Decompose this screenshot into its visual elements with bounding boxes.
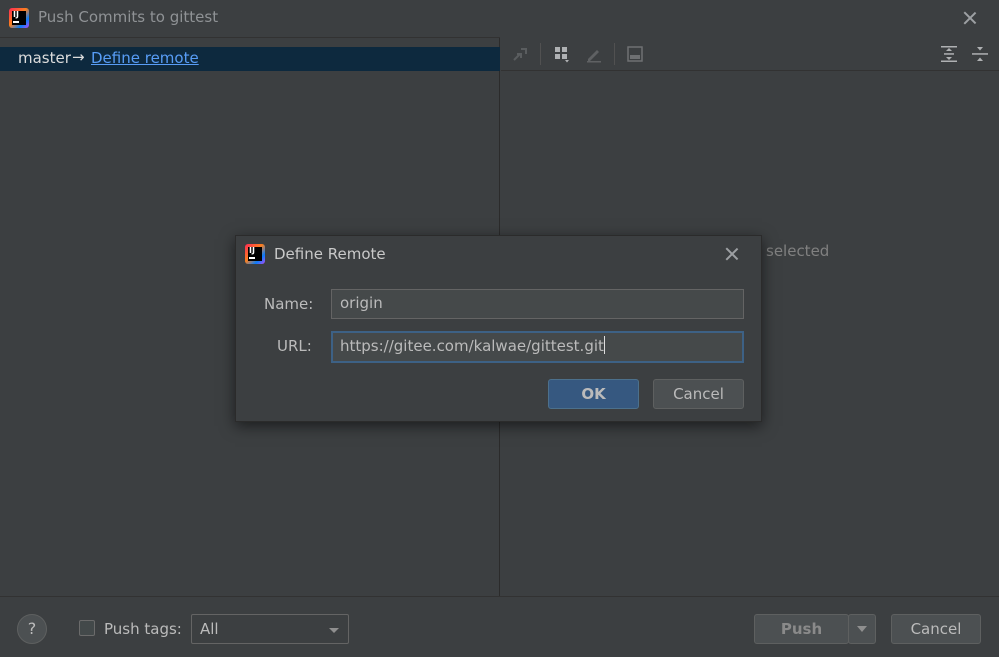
- git-push-icon[interactable]: [511, 45, 529, 63]
- url-input[interactable]: https://gitee.com/kalwae/gittest.git: [331, 331, 744, 363]
- name-label: Name:: [264, 295, 314, 313]
- tags-select-value: All: [200, 620, 219, 638]
- group-by-icon[interactable]: [553, 45, 571, 63]
- define-remote-dialog: IJ Define Remote Name: origin URL: https…: [235, 235, 762, 422]
- chevron-down-icon: [857, 626, 867, 632]
- name-value: origin: [340, 294, 383, 312]
- expand-all-icon[interactable]: [940, 45, 958, 63]
- push-options-dropdown[interactable]: [848, 614, 876, 644]
- name-input[interactable]: origin: [331, 289, 744, 319]
- title-bar: IJ Push Commits to gittest: [0, 0, 999, 37]
- branch-row[interactable]: master → Define remote: [0, 47, 500, 71]
- close-icon[interactable]: [960, 8, 980, 28]
- text-cursor: [603, 336, 605, 354]
- dialog-title: Define Remote: [274, 245, 386, 263]
- ok-button[interactable]: OK: [548, 379, 639, 409]
- no-changes-selected-text: selected: [766, 242, 830, 260]
- branch-name: master: [18, 49, 71, 67]
- define-remote-link[interactable]: Define remote: [91, 49, 199, 67]
- bottom-bar: ? Push tags: All Push Cancel: [0, 596, 999, 657]
- push-commits-window: IJ Push Commits to gittest master → Defi…: [0, 0, 999, 657]
- edit-icon[interactable]: [585, 45, 603, 63]
- help-button[interactable]: ?: [17, 614, 47, 644]
- push-tags-label: Push tags:: [104, 620, 182, 638]
- cancel-button[interactable]: Cancel: [891, 614, 981, 644]
- chevron-down-icon: [329, 628, 339, 633]
- url-label: URL:: [277, 337, 312, 355]
- push-button[interactable]: Push: [754, 614, 849, 644]
- intellij-logo-icon: IJ: [9, 8, 29, 28]
- intellij-logo-icon: IJ: [245, 244, 265, 264]
- arrow-icon: →: [72, 48, 85, 66]
- close-icon[interactable]: [722, 244, 742, 264]
- dialog-cancel-button[interactable]: Cancel: [653, 379, 744, 409]
- window-title: Push Commits to gittest: [38, 8, 219, 26]
- url-value: https://gitee.com/kalwae/gittest.git: [340, 337, 604, 355]
- push-tags-checkbox[interactable]: [79, 620, 95, 636]
- collapse-all-icon[interactable]: [971, 45, 989, 63]
- tags-select[interactable]: All: [191, 614, 349, 644]
- changes-toolbar: [501, 37, 999, 71]
- preview-icon[interactable]: [626, 45, 644, 63]
